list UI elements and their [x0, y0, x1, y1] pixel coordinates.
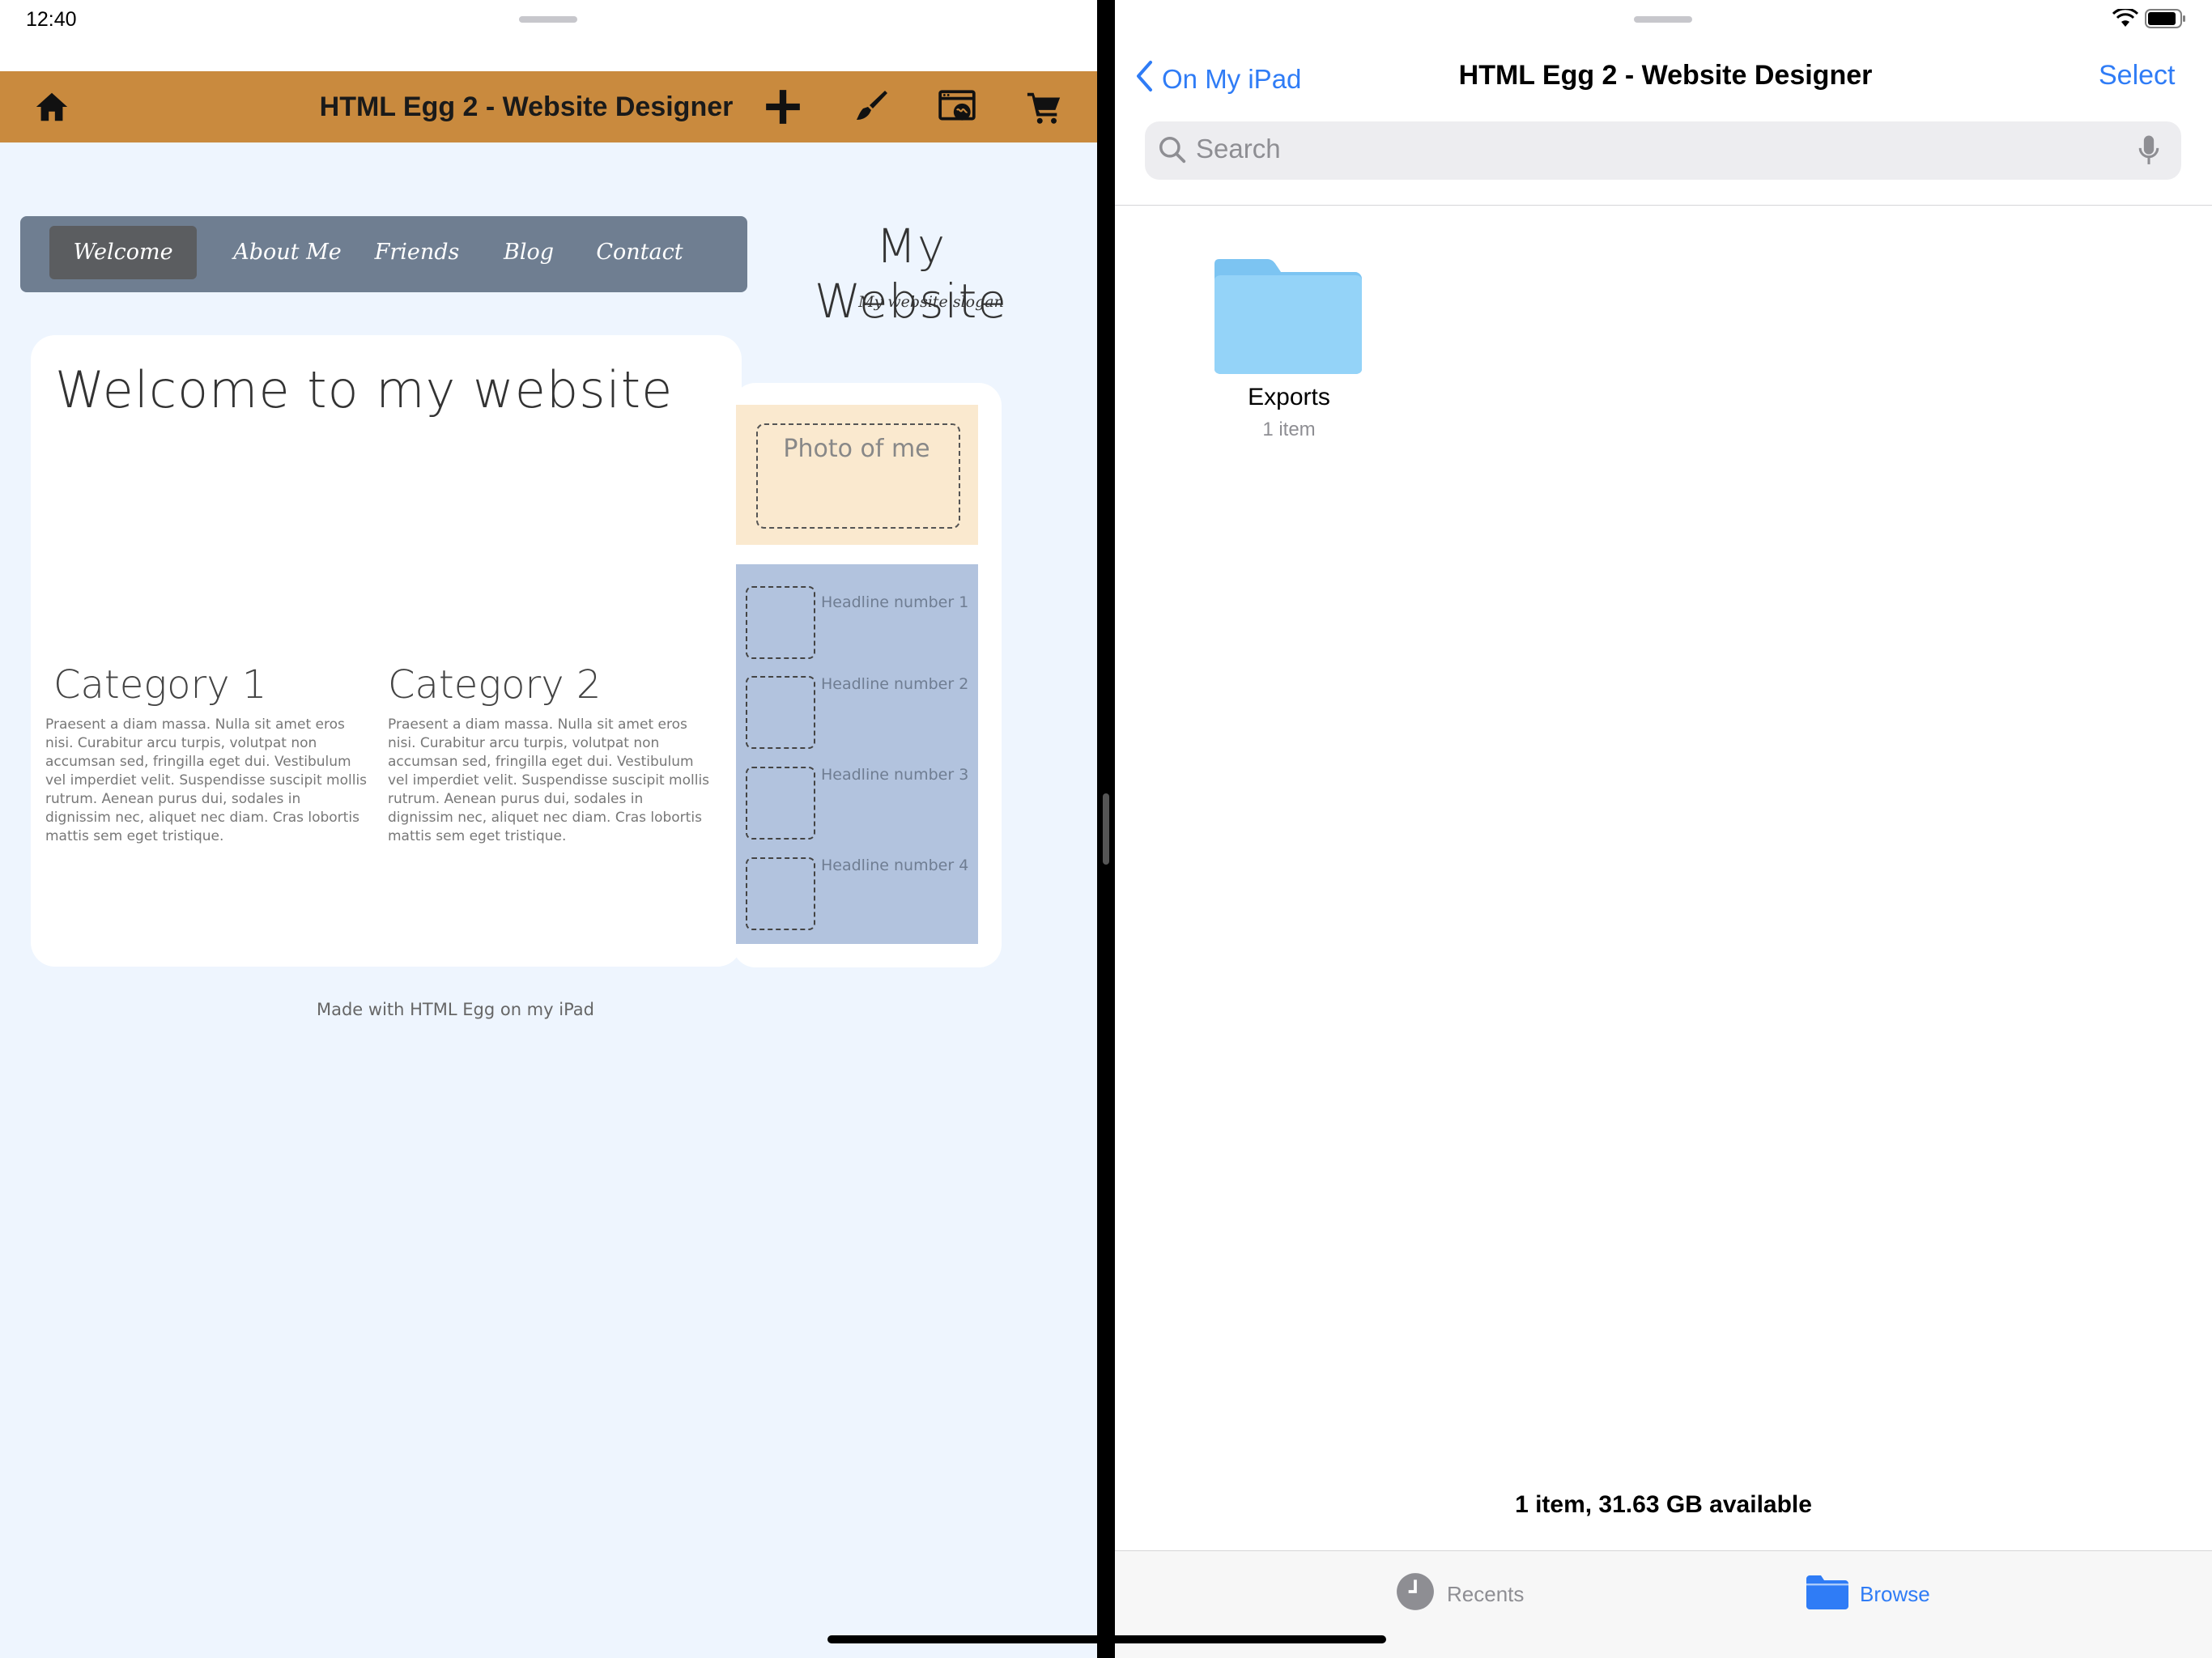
preview-nav-friends[interactable]: Friends [368, 226, 466, 279]
search-placeholder: Search [1196, 134, 1281, 164]
html-egg-pane: 12:40 HTML Egg 2 - Website Designer Welc… [0, 0, 1097, 1658]
preview-headline-4: Headline number 4 [821, 857, 969, 874]
battery-icon [2145, 8, 2187, 33]
home-indicator[interactable] [827, 1635, 1386, 1643]
folder-icon [1806, 1574, 1848, 1615]
preview-headline-thumb [746, 767, 815, 840]
preview-category-2-title: Category 2 [388, 662, 602, 708]
preview-nav-blog[interactable]: Blog [484, 226, 573, 279]
preview-category-1-title: Category 1 [53, 662, 267, 708]
preview-category-1-text: Praesent a diam massa. Nulla sit amet er… [45, 716, 368, 844]
folder-name[interactable]: Exports [1180, 384, 1398, 411]
preview-headline-thumb [746, 857, 815, 930]
clock-icon [1395, 1571, 1436, 1618]
wifi-icon [2112, 7, 2139, 32]
home-icon[interactable] [28, 83, 76, 131]
preview-content-card [31, 335, 742, 967]
preview-nav-about-me[interactable]: About Me [219, 226, 356, 279]
search-field[interactable] [1145, 121, 2181, 180]
multitasking-grabber[interactable] [1634, 16, 1692, 23]
cart-icon[interactable] [1020, 83, 1069, 131]
preview-photo-label: Photo of me [783, 435, 930, 463]
exports-folder[interactable] [1214, 259, 1362, 374]
status-time: 12:40 [26, 8, 77, 31]
preview-headline-thumb [746, 676, 815, 749]
preview-nav-contact[interactable]: Contact [587, 226, 692, 279]
preview-welcome-heading: Welcome to my website [55, 360, 674, 419]
preview-headline-3: Headline number 3 [821, 766, 969, 784]
tab-browse[interactable]: Browse [1806, 1572, 1930, 1616]
preview-footer: Made with HTML Egg on my iPad [316, 1000, 594, 1019]
app-title: HTML Egg 2 - Website Designer [319, 91, 734, 122]
search-icon [1157, 134, 1188, 169]
folder-item-count: 1 item [1262, 419, 1316, 440]
microphone-icon[interactable] [2138, 134, 2159, 171]
storage-info: 1 item, 31.63 GB available [1515, 1491, 1812, 1518]
brush-icon[interactable] [847, 83, 895, 131]
status-bar [0, 0, 1097, 71]
tab-browse-label: Browse [1860, 1581, 1930, 1606]
preview-nav-welcome[interactable]: Welcome [49, 226, 197, 279]
tab-recents[interactable]: Recents [1395, 1572, 1524, 1616]
select-button[interactable]: Select [2099, 60, 2176, 91]
split-view-handle[interactable] [1103, 793, 1109, 865]
multitasking-grabber[interactable] [519, 16, 577, 23]
chevron-left-icon [1134, 60, 1154, 99]
preview-headline-thumb [746, 586, 815, 659]
preview-category-2-text: Praesent a diam massa. Nulla sit amet er… [388, 716, 710, 844]
preview-slogan: My website slogan [858, 293, 1004, 311]
preview-site-title: My Website [814, 219, 1008, 329]
preview-headline-2: Headline number 2 [821, 675, 969, 693]
files-title: HTML Egg 2 - Website Designer [1458, 60, 1873, 91]
preview-headline-1: Headline number 1 [821, 593, 969, 611]
files-pane: On My iPad HTML Egg 2 - Website Designer… [1115, 0, 2212, 1658]
plus-icon[interactable] [759, 83, 807, 131]
back-button[interactable]: On My iPad [1134, 57, 1301, 102]
back-button-label: On My iPad [1162, 64, 1302, 94]
browser-globe-icon[interactable] [933, 83, 981, 131]
tab-recents-label: Recents [1447, 1581, 1525, 1606]
